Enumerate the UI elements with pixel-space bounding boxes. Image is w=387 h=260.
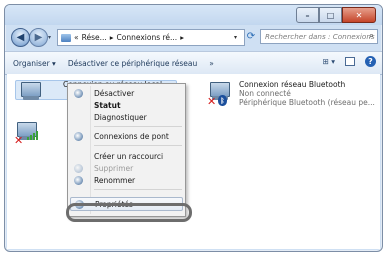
menu-item-label: Statut xyxy=(94,100,121,110)
shield-icon xyxy=(74,88,83,98)
connection-device: Périphérique Bluetooth (réseau pe... xyxy=(239,98,375,107)
shield-icon xyxy=(74,131,83,141)
shield-icon xyxy=(74,163,83,173)
menu-item-status[interactable]: Statut xyxy=(68,99,185,111)
search-input[interactable]: Rechercher dans : Connexions ... ⌕ xyxy=(260,29,378,44)
title-bar: – □ ✕ xyxy=(5,5,382,25)
address-dropdown-icon[interactable]: ▾ xyxy=(234,34,237,41)
command-toolbar: Organiser ▾ Désactiver ce périphérique r… xyxy=(5,51,382,75)
organize-menu-button[interactable]: Organiser ▾ xyxy=(13,59,56,68)
menu-item-shortcut[interactable]: Créer un raccourci xyxy=(68,150,185,162)
preview-pane-icon[interactable] xyxy=(345,57,355,66)
disable-device-button[interactable]: Désactiver ce périphérique réseau xyxy=(68,59,197,68)
toolbar-overflow-button[interactable]: » xyxy=(209,59,214,68)
maximize-icon[interactable]: □ xyxy=(319,7,342,23)
search-placeholder: Rechercher dans : Connexions ... xyxy=(265,32,378,41)
address-segment-network[interactable]: Rése... xyxy=(82,33,107,42)
shield-icon xyxy=(74,175,83,185)
disconnected-x-icon: ✕ xyxy=(14,134,24,147)
address-bar[interactable]: « Rése... ▸ Connexions ré... ▸ ▾ xyxy=(57,29,245,46)
toolbar-right-group: ⊞ ▾ ? xyxy=(323,56,376,67)
menu-item-rename[interactable]: Renommer xyxy=(68,174,185,186)
navigation-bar: ◀ ▶ ▾ « Rése... ▸ Connexions ré... ▸ ▾ ⟳… xyxy=(5,25,382,49)
caption-buttons: – □ ✕ xyxy=(296,7,376,23)
back-arrow-icon[interactable]: ◀ xyxy=(11,28,30,47)
menu-item-diagnose[interactable]: Diagnostiquer xyxy=(68,111,185,123)
highlight-annotation-ring xyxy=(66,203,192,222)
menu-item-label: Connexions de pont xyxy=(94,131,169,141)
context-menu: Désactiver Statut Diagnostiquer Connexio… xyxy=(67,83,186,217)
folder-icon xyxy=(61,33,71,42)
minimize-icon[interactable]: – xyxy=(296,7,319,23)
disconnected-x-icon: ✕ xyxy=(207,95,217,108)
signal-bars-icon xyxy=(27,131,38,140)
address-separator[interactable]: ▸ xyxy=(180,33,184,42)
menu-separator xyxy=(94,126,182,127)
file-list: Connexion au réseau local ✕ ✕ ᛒ Connexio… xyxy=(7,74,380,249)
change-view-icon[interactable]: ⊞ ▾ xyxy=(323,57,335,66)
address-separator[interactable]: ▸ xyxy=(110,33,114,42)
menu-separator xyxy=(94,145,182,146)
menu-item-disable[interactable]: Désactiver xyxy=(68,87,185,99)
menu-item-bridge[interactable]: Connexions de pont xyxy=(68,130,185,142)
explorer-window: – □ ✕ ◀ ▶ ▾ « Rése... ▸ Connexions ré...… xyxy=(4,4,383,252)
address-segment-connections[interactable]: Connexions ré... xyxy=(117,33,178,42)
search-icon[interactable]: ⌕ xyxy=(369,31,374,41)
address-overflow[interactable]: « xyxy=(74,33,79,42)
menu-item-label: Supprimer xyxy=(94,163,134,173)
connection-name: Connexion réseau Bluetooth xyxy=(239,80,346,89)
network-adapter-icon xyxy=(19,80,45,104)
menu-item-label: Renommer xyxy=(94,175,136,185)
bluetooth-icon: ᛒ xyxy=(218,95,227,106)
menu-item-label: Créer un raccourci xyxy=(94,151,164,161)
menu-item-delete[interactable]: Supprimer xyxy=(68,162,185,174)
forward-arrow-icon[interactable]: ▶ xyxy=(29,28,48,47)
menu-item-label: Diagnostiquer xyxy=(94,112,147,122)
menu-separator xyxy=(94,189,182,190)
menu-item-label: Désactiver xyxy=(94,88,135,98)
refresh-icon[interactable]: ⟳ xyxy=(245,31,257,43)
close-icon[interactable]: ✕ xyxy=(342,7,376,23)
connection-status: Non connecté xyxy=(239,89,291,98)
recent-pages-dropdown-icon[interactable]: ▾ xyxy=(48,34,51,41)
help-icon[interactable]: ? xyxy=(365,56,376,67)
